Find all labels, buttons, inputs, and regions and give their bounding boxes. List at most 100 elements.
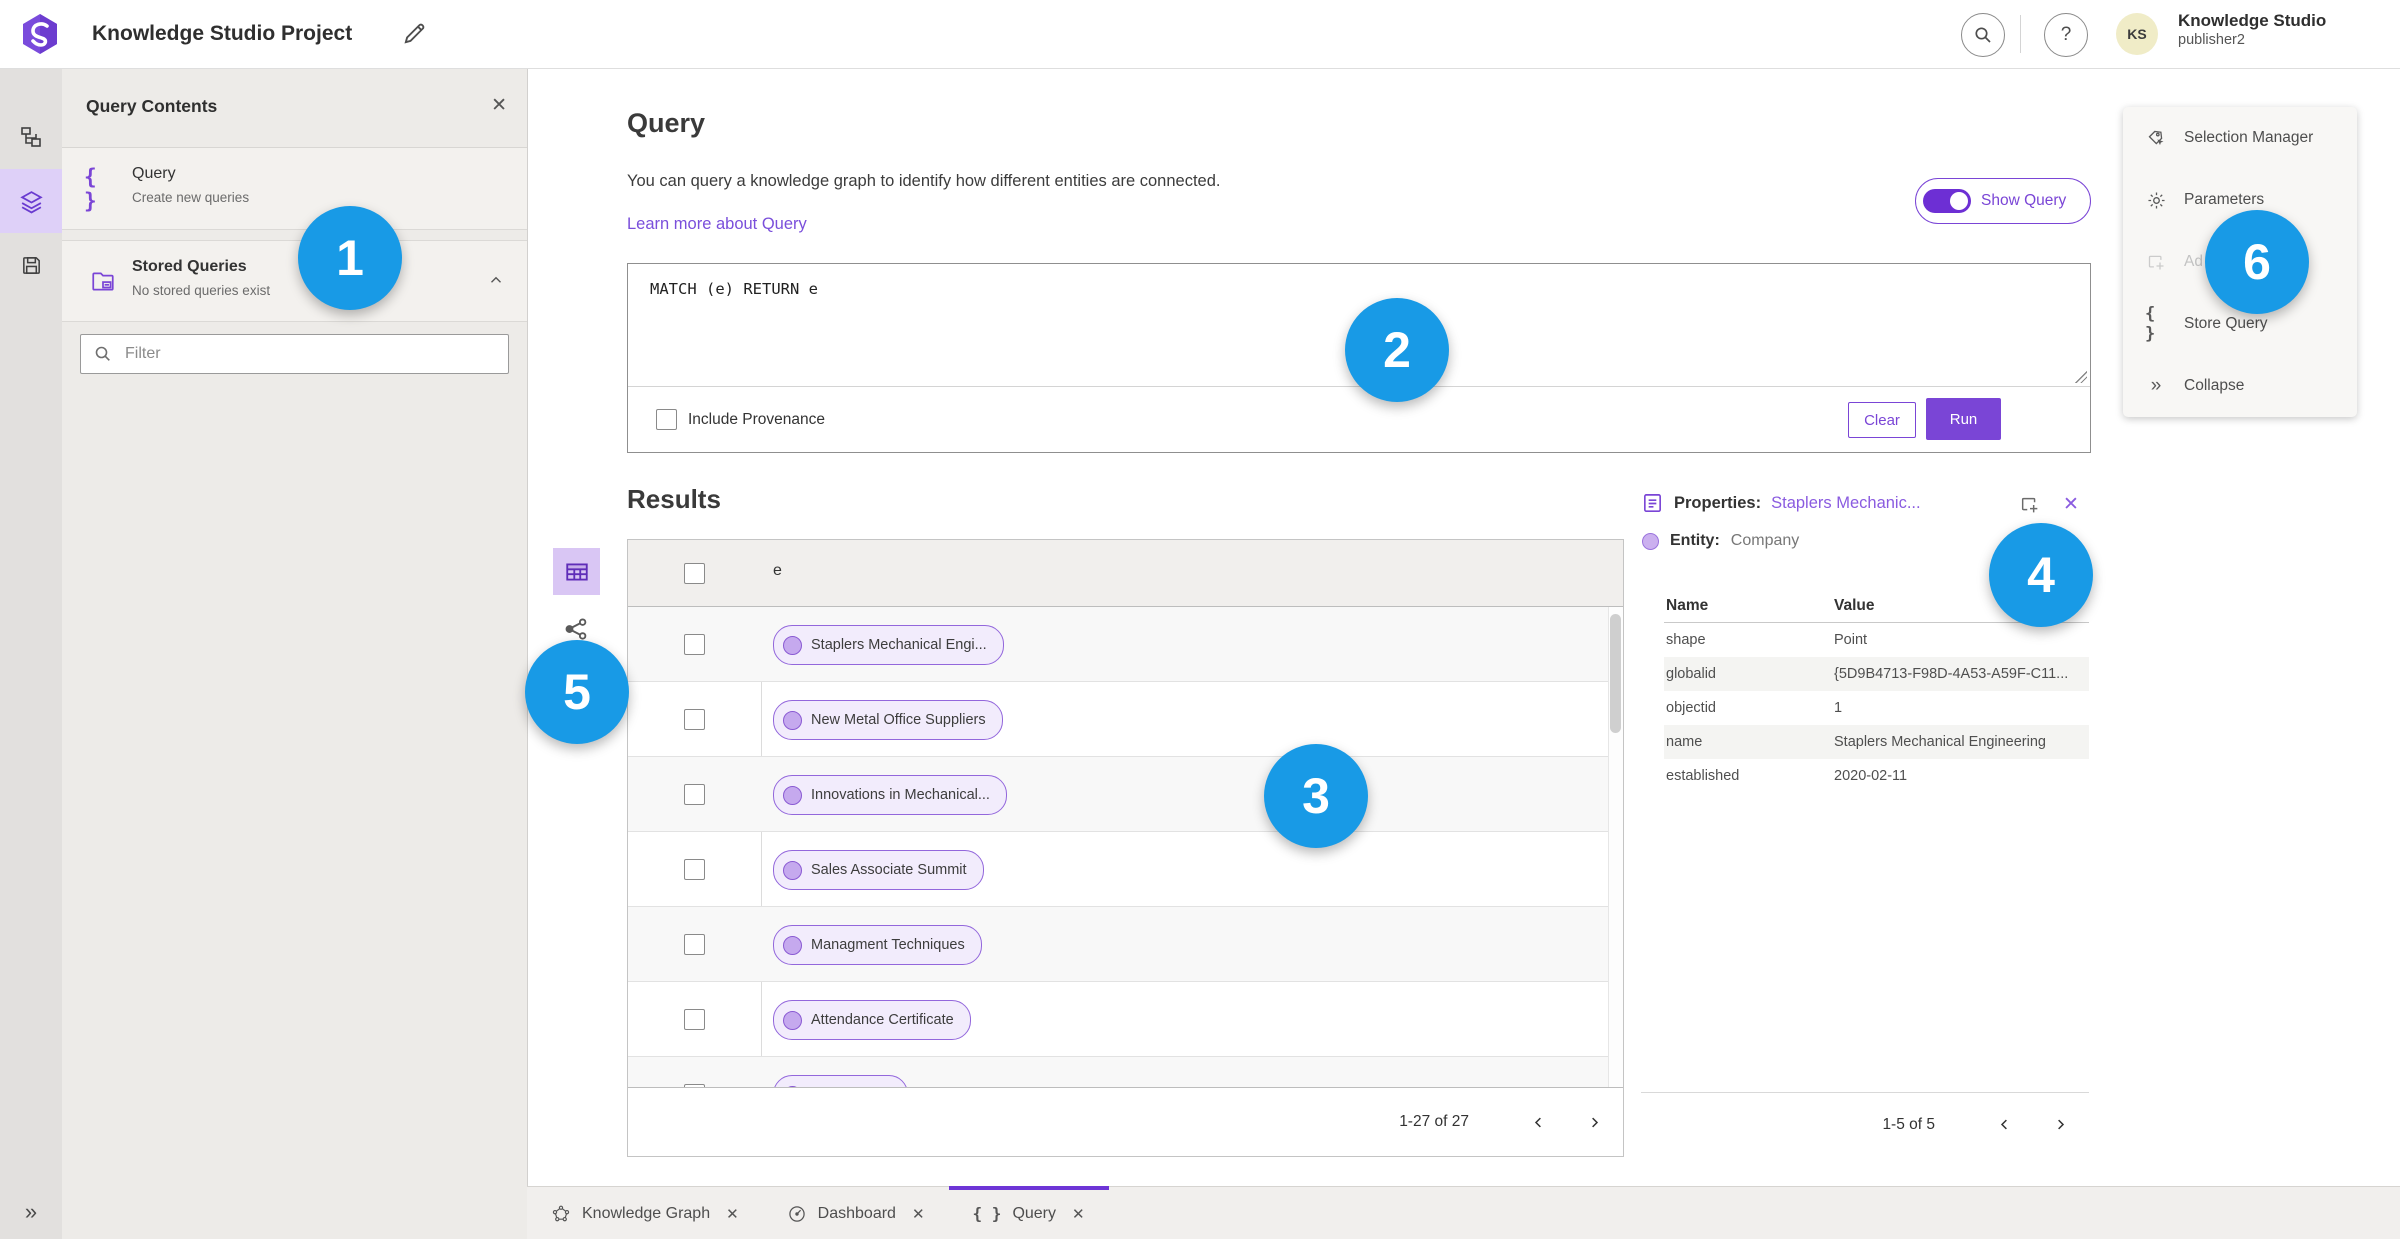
callout-badge-4: 4 xyxy=(1989,523,2093,627)
menu-item-label: Collapse xyxy=(2184,377,2245,394)
row-checkbox[interactable] xyxy=(684,934,705,955)
next-page-icon[interactable] xyxy=(2047,1112,2073,1138)
tab-label: Dashboard xyxy=(817,1204,896,1222)
search-button[interactable] xyxy=(1961,13,2005,57)
entity-dot-icon xyxy=(783,785,802,805)
row-checkbox[interactable] xyxy=(684,1009,705,1030)
entity-pill-label: Innovations in Mechanical... xyxy=(811,787,990,803)
row-checkbox[interactable] xyxy=(684,709,705,730)
entity-pill[interactable]: Managment Techniques xyxy=(773,925,982,965)
results-table: e Staplers Mechanical Engi... New Metal … xyxy=(627,539,1624,1157)
property-row[interactable]: shape Point xyxy=(1664,623,2089,657)
user-block[interactable]: Knowledge Studio publisher2 xyxy=(2178,10,2326,49)
entity-pill-label: Managment Techniques xyxy=(811,937,965,953)
menu-item-selection-manager[interactable]: Selection Manager xyxy=(2123,107,2357,169)
table-row[interactable]: Sales Associate Summit xyxy=(628,832,1623,907)
name-column-header: Name xyxy=(1666,597,1709,614)
close-tab-icon[interactable]: ✕ xyxy=(1072,1205,1085,1223)
table-row[interactable]: Staplers Mechanical Engi... xyxy=(628,607,1623,682)
tab-knowledge-graph[interactable]: Knowledge Graph ✕ xyxy=(527,1187,763,1239)
braces-icon: { } xyxy=(84,164,99,213)
close-tab-icon[interactable]: ✕ xyxy=(912,1205,925,1223)
menu-item-label: Store Query xyxy=(2184,315,2268,332)
tab-label: Knowledge Graph xyxy=(582,1204,711,1222)
close-tab-icon[interactable]: ✕ xyxy=(726,1205,739,1223)
callout-badge-6: 6 xyxy=(2205,210,2309,314)
add-frame-icon xyxy=(2145,252,2167,273)
layers-icon[interactable] xyxy=(0,169,62,233)
entity-pill[interactable]: Staplers Mechanical Engi... xyxy=(773,625,1004,665)
learn-more-link[interactable]: Learn more about Query xyxy=(627,215,807,234)
row-checkbox[interactable] xyxy=(684,634,705,655)
entity-pill-label: Attendance Certificate xyxy=(811,1012,954,1028)
tab-query[interactable]: { } Query ✕ xyxy=(948,1186,1109,1239)
gear-icon xyxy=(2145,190,2167,211)
close-properties-icon[interactable]: ✕ xyxy=(2063,493,2079,516)
contents-item-query[interactable]: { } Query Create new queries xyxy=(62,148,527,230)
property-row[interactable]: globalid {5D9B4713-F98D-4A53-A59F-C11... xyxy=(1664,657,2089,691)
user-avatar[interactable]: KS xyxy=(2116,13,2158,55)
results-scrollbar[interactable] xyxy=(1608,607,1623,1088)
braces-icon: { } xyxy=(2145,304,2156,344)
clear-button[interactable]: Clear xyxy=(1848,402,1916,438)
table-view-toggle[interactable] xyxy=(553,548,600,595)
show-query-label: Show Query xyxy=(1981,192,2067,209)
include-provenance-checkbox[interactable] xyxy=(656,409,677,430)
callout-badge-3: 3 xyxy=(1264,744,1368,848)
contents-item-label: Query xyxy=(132,165,176,182)
menu-item-label: Ad xyxy=(2184,253,2203,270)
property-row[interactable]: name Staplers Mechanical Engineering xyxy=(1664,725,2089,759)
entity-dot-icon xyxy=(783,1010,802,1030)
entity-pill[interactable]: Attendance Certificate xyxy=(773,1000,971,1040)
column-header-e: e xyxy=(773,562,782,579)
table-row[interactable]: Innovations in Mechanical... xyxy=(628,757,1623,832)
help-button[interactable]: ? xyxy=(2044,13,2088,57)
table-row[interactable]: Attendance Certificate xyxy=(628,982,1623,1057)
add-to-selection-icon[interactable] xyxy=(2019,494,2041,516)
run-button[interactable]: Run xyxy=(1926,398,2001,440)
results-range: 1-27 of 27 xyxy=(1399,1113,1469,1130)
properties-entity-name[interactable]: Staplers Mechanic... xyxy=(1771,494,1920,513)
next-page-icon[interactable] xyxy=(1581,1109,1607,1135)
row-checkbox[interactable] xyxy=(684,784,705,805)
show-query-toggle[interactable]: Show Query xyxy=(1915,178,2091,224)
scrollbar-thumb[interactable] xyxy=(1610,614,1621,733)
toggle-switch[interactable] xyxy=(1923,189,1971,213)
select-all-checkbox[interactable] xyxy=(684,563,705,584)
contents-item-stored-queries[interactable]: Stored Queries No stored queries exist xyxy=(62,240,527,322)
page-title: Query xyxy=(627,108,706,138)
data-model-icon[interactable] xyxy=(0,105,62,169)
save-icon[interactable] xyxy=(0,233,62,297)
collapse-section-icon[interactable] xyxy=(487,271,505,289)
table-row[interactable]: Managment Techniques xyxy=(628,907,1623,982)
entity-pill[interactable]: Sales Associate Summit xyxy=(773,850,984,890)
property-row[interactable]: objectid 1 xyxy=(1664,691,2089,725)
entity-pill[interactable]: New Metal Office Suppliers xyxy=(773,700,1003,740)
user-name: Knowledge Studio xyxy=(2178,11,2327,30)
results-title: Results xyxy=(627,484,721,514)
properties-pagination: 1-5 of 5 xyxy=(1641,1092,2089,1156)
menu-item-label: Parameters xyxy=(2184,191,2265,208)
filter-input[interactable] xyxy=(123,335,527,373)
prev-page-icon[interactable] xyxy=(1991,1112,2017,1138)
close-panel-icon[interactable]: ✕ xyxy=(491,94,507,117)
edit-title-icon[interactable] xyxy=(400,20,428,48)
help-icon: ? xyxy=(2060,24,2072,45)
table-row[interactable]: New Metal Office Suppliers xyxy=(628,682,1623,757)
entity-pill[interactable]: Innovations in Mechanical... xyxy=(773,775,1007,815)
resize-handle-icon[interactable] xyxy=(2075,371,2087,383)
expand-rail-icon[interactable]: » xyxy=(0,1199,62,1225)
app-logo-icon[interactable] xyxy=(18,12,62,56)
left-action-rail: » xyxy=(0,68,62,1239)
row-checkbox[interactable] xyxy=(684,859,705,880)
knowledge-studio-app: Knowledge Studio Project ? KS Knowledge … xyxy=(0,0,2400,1239)
dashboard-icon xyxy=(787,1204,807,1224)
tab-dashboard[interactable]: Dashboard ✕ xyxy=(763,1187,949,1239)
property-row[interactable]: established 2020-02-11 xyxy=(1664,759,2089,793)
query-contents-header: Query Contents ✕ xyxy=(62,68,527,148)
prev-page-icon[interactable] xyxy=(1525,1109,1551,1135)
properties-icon xyxy=(1644,494,1661,512)
callout-badge-5: 5 xyxy=(525,640,629,744)
menu-item-collapse[interactable]: » Collapse xyxy=(2123,355,2357,417)
results-pagination: 1-27 of 27 xyxy=(628,1087,1623,1156)
